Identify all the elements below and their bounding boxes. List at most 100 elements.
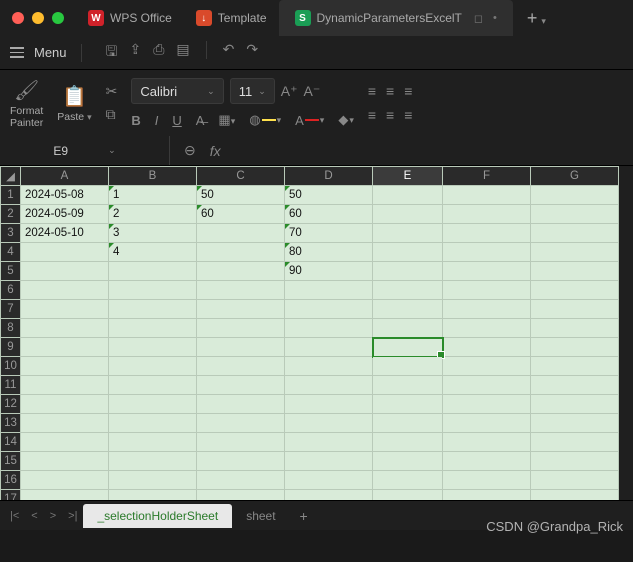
add-sheet-button[interactable]: + — [290, 508, 318, 524]
cell-F15[interactable] — [443, 452, 531, 471]
cell-F13[interactable] — [443, 414, 531, 433]
row-header-16[interactable]: 16 — [1, 471, 21, 490]
close-window-button[interactable] — [12, 12, 24, 24]
cell-B4[interactable]: 4 — [109, 243, 197, 262]
cell-C11[interactable] — [197, 376, 285, 395]
cell-C9[interactable] — [197, 338, 285, 357]
cell-B3[interactable]: 3 — [109, 224, 197, 243]
cell-C7[interactable] — [197, 300, 285, 319]
cell-A4[interactable] — [21, 243, 109, 262]
cell-G5[interactable] — [531, 262, 619, 281]
cell-D10[interactable] — [285, 357, 373, 376]
col-header-D[interactable]: D — [285, 167, 373, 186]
cell-F11[interactable] — [443, 376, 531, 395]
cell-B5[interactable] — [109, 262, 197, 281]
cell-style-button[interactable]: ◆▾ — [338, 112, 354, 128]
cell-G4[interactable] — [531, 243, 619, 262]
cut-icon[interactable]: ✂ — [106, 83, 118, 100]
row-header-3[interactable]: 3 — [1, 224, 21, 243]
save-icon[interactable]: 🖫 — [106, 41, 118, 65]
cell-B7[interactable] — [109, 300, 197, 319]
cell-A2[interactable]: 2024-05-09 — [21, 205, 109, 224]
cell-G12[interactable] — [531, 395, 619, 414]
sheet-nav-first[interactable]: |< — [4, 510, 25, 522]
menu-button[interactable]: Menu — [34, 45, 67, 60]
font-color-button[interactable]: A▾ — [295, 113, 324, 128]
cell-E9[interactable] — [373, 338, 443, 357]
cell-E14[interactable] — [373, 433, 443, 452]
row-header-14[interactable]: 14 — [1, 433, 21, 452]
row-header-9[interactable]: 9 — [1, 338, 21, 357]
cell-C2[interactable]: 60 — [197, 205, 285, 224]
cell-E6[interactable] — [373, 281, 443, 300]
cell-D7[interactable] — [285, 300, 373, 319]
row-header-7[interactable]: 7 — [1, 300, 21, 319]
cell-C4[interactable] — [197, 243, 285, 262]
cell-F6[interactable] — [443, 281, 531, 300]
cell-G8[interactable] — [531, 319, 619, 338]
cell-C5[interactable] — [197, 262, 285, 281]
row-header-5[interactable]: 5 — [1, 262, 21, 281]
cell-E5[interactable] — [373, 262, 443, 281]
cell-B1[interactable]: 1 — [109, 186, 197, 205]
cell-G3[interactable] — [531, 224, 619, 243]
col-header-C[interactable]: C — [197, 167, 285, 186]
fx-icon[interactable]: fx — [210, 143, 221, 159]
cell-B17[interactable] — [109, 490, 197, 501]
row-header-11[interactable]: 11 — [1, 376, 21, 395]
cell-C13[interactable] — [197, 414, 285, 433]
underline-icon[interactable]: U — [172, 113, 181, 128]
cell-D9[interactable] — [285, 338, 373, 357]
cell-B6[interactable] — [109, 281, 197, 300]
cell-D4[interactable]: 80 — [285, 243, 373, 262]
cell-A16[interactable] — [21, 471, 109, 490]
cell-F4[interactable] — [443, 243, 531, 262]
cell-B9[interactable] — [109, 338, 197, 357]
window-icon[interactable]: ◻ — [474, 12, 483, 25]
cell-A5[interactable] — [21, 262, 109, 281]
cell-D15[interactable] — [285, 452, 373, 471]
print-preview-icon[interactable]: ▤ — [176, 41, 189, 65]
tab-home[interactable]: W WPS Office — [76, 0, 184, 36]
cell-E7[interactable] — [373, 300, 443, 319]
cell-E12[interactable] — [373, 395, 443, 414]
cell-C8[interactable] — [197, 319, 285, 338]
cell-C15[interactable] — [197, 452, 285, 471]
sheet-nav-prev[interactable]: < — [25, 510, 43, 522]
cell-D3[interactable]: 70 — [285, 224, 373, 243]
cell-D12[interactable] — [285, 395, 373, 414]
cell-F12[interactable] — [443, 395, 531, 414]
cell-E17[interactable] — [373, 490, 443, 501]
select-all-corner[interactable]: ◢ — [1, 167, 21, 186]
redo-icon[interactable]: ↷ — [246, 41, 258, 65]
cell-G2[interactable] — [531, 205, 619, 224]
undo-icon[interactable]: ↶ — [223, 41, 235, 65]
cell-E10[interactable] — [373, 357, 443, 376]
name-box[interactable]: E9 ⌄ — [0, 136, 170, 165]
cell-E3[interactable] — [373, 224, 443, 243]
cancel-formula-icon[interactable]: ⊖ — [184, 142, 196, 159]
paste-group[interactable]: 📋 Paste ▾ — [57, 84, 91, 123]
spreadsheet-grid[interactable]: ◢ABCDEFG12024-05-081505022024-05-0926060… — [0, 166, 633, 500]
cell-G9[interactable] — [531, 338, 619, 357]
cell-D13[interactable] — [285, 414, 373, 433]
strikethrough-icon[interactable]: A̶ — [196, 113, 205, 128]
cell-E16[interactable] — [373, 471, 443, 490]
cell-F10[interactable] — [443, 357, 531, 376]
align-left-icon[interactable]: ≡ — [368, 107, 376, 123]
align-center-icon[interactable]: ≡ — [386, 107, 394, 123]
tab-document[interactable]: S DynamicParametersExcelT ◻ • — [279, 0, 513, 36]
cell-A17[interactable] — [21, 490, 109, 501]
align-right-icon[interactable]: ≡ — [404, 107, 412, 123]
cell-D14[interactable] — [285, 433, 373, 452]
cell-G10[interactable] — [531, 357, 619, 376]
copy-icon[interactable]: ⧉ — [106, 106, 118, 123]
maximize-window-button[interactable] — [52, 12, 64, 24]
cell-B8[interactable] — [109, 319, 197, 338]
sheet-tab-selectionholder[interactable]: _selectionHolderSheet — [83, 504, 232, 528]
row-header-4[interactable]: 4 — [1, 243, 21, 262]
col-header-G[interactable]: G — [531, 167, 619, 186]
italic-icon[interactable]: I — [155, 113, 159, 128]
row-header-15[interactable]: 15 — [1, 452, 21, 471]
align-middle-icon[interactable]: ≡ — [386, 83, 394, 99]
